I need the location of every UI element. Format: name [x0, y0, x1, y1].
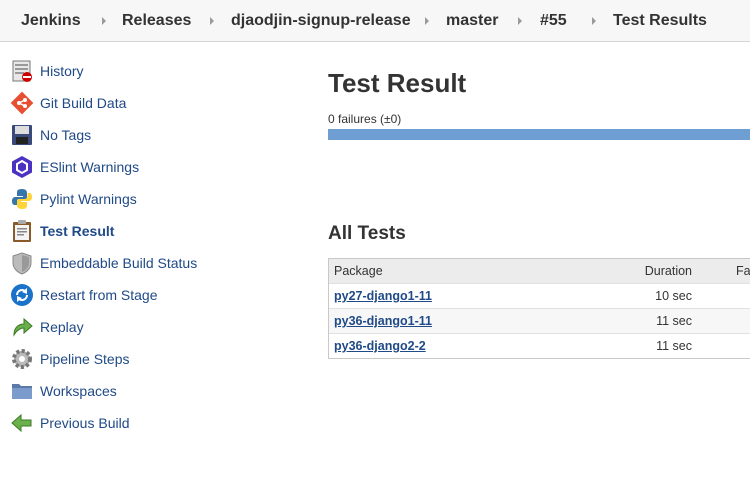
sidebar-item-history[interactable]: History: [10, 58, 300, 84]
sidebar-item-label: Replay: [40, 319, 84, 335]
sidebar-item-embeddable-build-status[interactable]: Embeddable Build Status: [10, 250, 300, 276]
failures-summary: 0 failures (±0): [328, 112, 402, 126]
breadcrumb-test-results[interactable]: Test Results: [613, 12, 707, 30]
sidebar-item-label: ESlint Warnings: [40, 159, 140, 175]
sidebar-item-test-result[interactable]: Test Result: [10, 218, 300, 244]
sidebar-item-label: Workspaces: [40, 383, 117, 399]
history-icon: [10, 59, 34, 83]
all-tests-title: All Tests: [328, 223, 406, 244]
breadcrumb: Jenkins Releases djaodjin-signup-release…: [0, 0, 750, 42]
shield-icon: [10, 251, 34, 275]
python-icon: [10, 187, 34, 211]
arrow-left-icon: [10, 411, 34, 435]
restart-icon: [10, 283, 34, 307]
gear-icon: [10, 347, 34, 371]
git-icon: [10, 91, 34, 115]
sidebar-item-label: Embeddable Build Status: [40, 255, 198, 271]
sidebar-item-label: No Tags: [40, 127, 92, 143]
table-row: py27-django1-11 10 sec: [329, 283, 750, 308]
column-header-fail[interactable]: Fa: [736, 264, 750, 278]
sidebar-item-label: Restart from Stage: [40, 287, 158, 303]
package-link[interactable]: py27-django1-11: [334, 289, 432, 303]
sidebar-item-pipeline-steps[interactable]: Pipeline Steps: [10, 346, 300, 372]
breadcrumb-releases[interactable]: Releases: [122, 12, 191, 30]
sidebar-item-label: Test Result: [40, 223, 115, 239]
package-cell: py27-django1-11: [334, 289, 432, 303]
column-header-package[interactable]: Package: [334, 264, 383, 278]
package-cell: py36-django2-2: [334, 339, 426, 353]
duration-cell: 11 sec: [656, 314, 692, 328]
sidebar-item-label: Previous Build: [40, 415, 130, 431]
test-progress-fill: [328, 129, 750, 140]
package-link[interactable]: py36-django1-11: [334, 314, 432, 328]
table-row: py36-django1-11 11 sec: [329, 308, 750, 333]
sidebar-item-replay[interactable]: Replay: [10, 314, 300, 340]
breadcrumb-job[interactable]: djaodjin-signup-release: [231, 12, 411, 30]
breadcrumb-branch[interactable]: master: [446, 12, 498, 30]
sidebar-item-git-build-data[interactable]: Git Build Data: [10, 90, 300, 116]
sidebar-item-label: Pylint Warnings: [40, 191, 137, 207]
sidebar-item-label: Git Build Data: [40, 95, 127, 111]
table-header-row: Package Duration Fa: [329, 259, 750, 283]
package-link[interactable]: py36-django2-2: [334, 339, 426, 353]
test-progress-bar: [328, 129, 750, 140]
breadcrumb-separator-icon[interactable]: [592, 17, 596, 25]
duration-cell: 10 sec: [655, 289, 692, 303]
sidebar-item-label: Pipeline Steps: [40, 351, 130, 367]
clipboard-icon: [10, 219, 34, 243]
page-title: Test Result: [328, 68, 467, 98]
breadcrumb-separator-icon[interactable]: [518, 17, 522, 25]
breadcrumb-build[interactable]: #55: [540, 12, 567, 30]
sidebar-item-label: History: [40, 63, 84, 79]
breadcrumb-separator-icon[interactable]: [102, 17, 106, 25]
eslint-icon: [10, 155, 34, 179]
tests-table: Package Duration Fa py27-django1-11 10 s…: [328, 258, 750, 359]
sidebar-item-pylint-warnings[interactable]: Pylint Warnings: [10, 186, 300, 212]
package-cell: py36-django1-11: [334, 314, 432, 328]
column-header-duration[interactable]: Duration: [645, 264, 692, 278]
breadcrumb-jenkins[interactable]: Jenkins: [21, 12, 81, 30]
sidebar-item-restart-from-stage[interactable]: Restart from Stage: [10, 282, 300, 308]
folder-icon: [10, 379, 34, 403]
sidebar-item-eslint-warnings[interactable]: ESlint Warnings: [10, 154, 300, 180]
breadcrumb-separator-icon[interactable]: [425, 17, 429, 25]
sidebar-item-previous-build[interactable]: Previous Build: [10, 410, 300, 436]
breadcrumb-separator-icon[interactable]: [210, 17, 214, 25]
table-row: py36-django2-2 11 sec: [329, 333, 750, 358]
sidebar-item-workspaces[interactable]: Workspaces: [10, 378, 300, 404]
duration-cell: 11 sec: [656, 339, 692, 353]
replay-icon: [10, 315, 34, 339]
sidebar-item-no-tags[interactable]: No Tags: [10, 122, 300, 148]
floppy-icon: [10, 123, 34, 147]
